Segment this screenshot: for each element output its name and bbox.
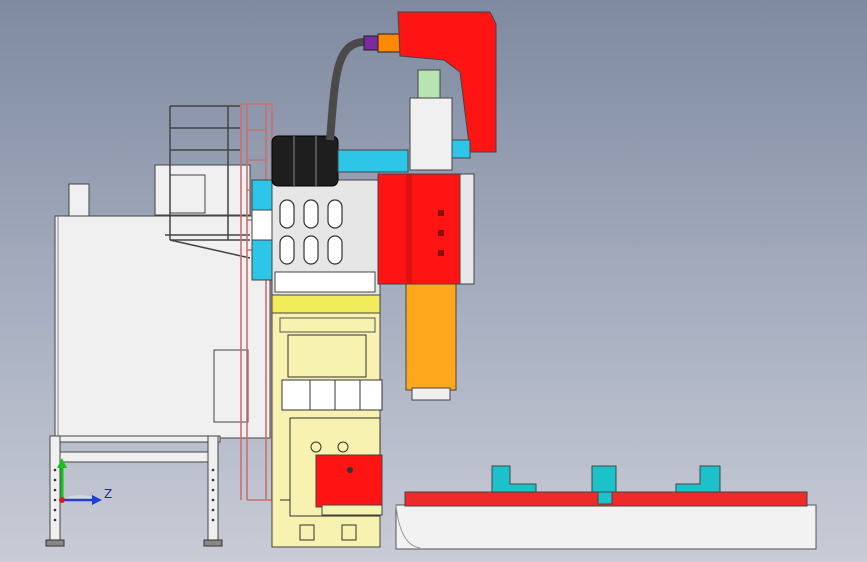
cad-viewport[interactable]: Z [0, 0, 867, 562]
machine-assembly-drawing[interactable]: Z [0, 0, 867, 562]
service-platform[interactable] [154, 105, 251, 259]
cable-reel[interactable] [271, 135, 339, 187]
carriage-plate[interactable] [251, 179, 381, 296]
electrical-cabinet[interactable] [54, 183, 271, 439]
spindle-nose [411, 387, 451, 401]
z-axis-label: Z [104, 487, 112, 501]
cyan-bracket [337, 149, 409, 173]
coolant-hose[interactable] [326, 33, 401, 141]
x-axis-origin [59, 497, 65, 503]
coordinate-axis-triad: Z [57, 458, 112, 505]
cabinet-side-box [213, 349, 249, 423]
spindle-ram[interactable] [405, 283, 457, 401]
column-red-gearbox[interactable] [315, 454, 383, 516]
cabinet-top-cylinder [68, 183, 90, 217]
cabinet-stand [45, 435, 223, 547]
z-axis-head [92, 495, 102, 505]
spindle-motor[interactable] [409, 69, 471, 171]
column-connector-block [281, 379, 383, 411]
spindle-headstock[interactable] [377, 173, 475, 285]
rotary-table[interactable] [395, 465, 817, 550]
